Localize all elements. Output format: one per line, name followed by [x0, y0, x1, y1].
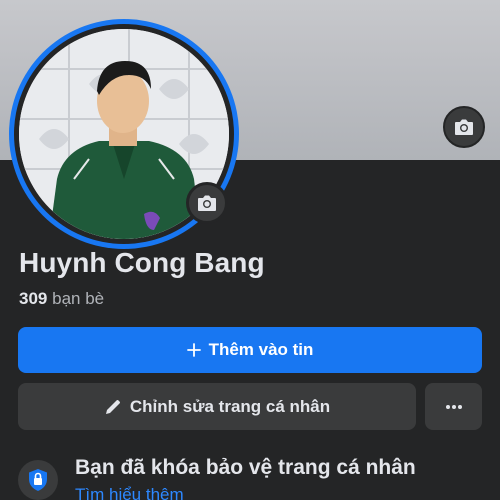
cover-camera-button[interactable]	[443, 106, 485, 148]
lock-notice-title: Bạn đã khóa bảo vệ trang cá nhân	[75, 456, 416, 479]
avatar-camera-button[interactable]	[186, 182, 228, 224]
friends-count-label: bạn bè	[52, 289, 105, 308]
add-to-story-button[interactable]: Thêm vào tin	[18, 327, 482, 373]
learn-more-link[interactable]: Tìm hiểu thêm	[75, 485, 184, 500]
edit-profile-button[interactable]: Chỉnh sửa trang cá nhân	[18, 383, 416, 430]
pencil-icon	[105, 399, 120, 414]
profile-lock-notice: Bạn đã khóa bảo vệ trang cá nhân Tìm hiể…	[18, 456, 488, 500]
camera-icon	[198, 195, 216, 211]
plus-icon	[186, 343, 201, 357]
friends-count[interactable]: 309 bạn bè	[19, 289, 104, 309]
add-to-story-label: Thêm vào tin	[208, 340, 314, 359]
edit-profile-label: Chỉnh sửa trang cá nhân	[129, 396, 331, 416]
camera-icon	[455, 119, 473, 135]
shield-lock-icon	[18, 460, 58, 500]
profile-name: Huynh Cong Bang	[19, 247, 265, 278]
more-options-button[interactable]	[425, 383, 482, 430]
friends-count-number: 309	[19, 289, 48, 308]
more-dots-icon	[445, 404, 462, 409]
